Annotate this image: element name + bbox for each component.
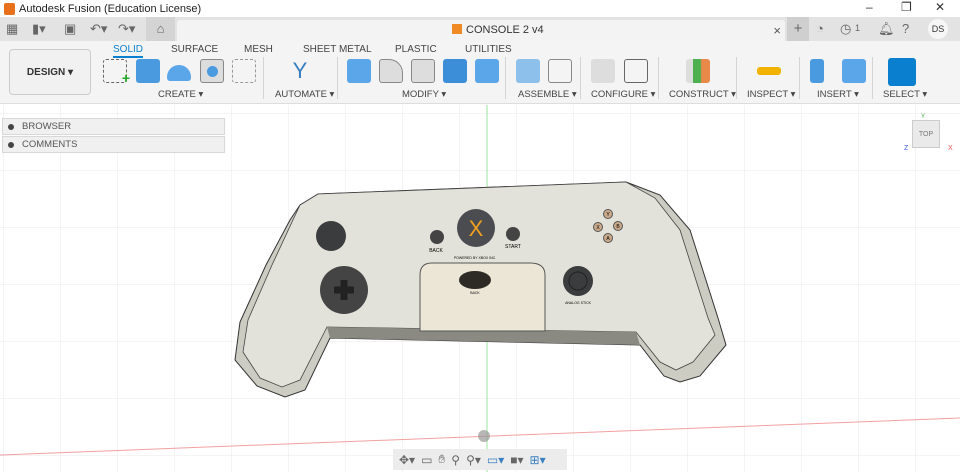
measure-icon[interactable] bbox=[757, 67, 781, 75]
insert-image-icon[interactable] bbox=[842, 59, 866, 83]
component-icon bbox=[452, 24, 462, 34]
close-tab-button[interactable]: × bbox=[773, 23, 781, 38]
group-modify[interactable]: MODIFY ▾ bbox=[402, 89, 446, 100]
group-insert[interactable]: INSERT ▾ bbox=[817, 89, 859, 100]
viewcube-face-top[interactable]: TOP bbox=[919, 131, 933, 138]
display-settings-icon[interactable]: ▭▾ bbox=[487, 453, 504, 467]
stick-label: ANALOG STICK bbox=[565, 301, 592, 305]
joint-icon[interactable] bbox=[548, 59, 572, 83]
tab-surface[interactable]: SURFACE bbox=[171, 44, 218, 55]
group-configure[interactable]: CONFIGURE ▾ bbox=[591, 89, 655, 100]
tab-plastic[interactable]: PLASTIC bbox=[395, 44, 437, 55]
comments-label: COMMENTS bbox=[22, 139, 78, 150]
ribbon: DESIGN ▾ SOLID SURFACE MESH SHEET METAL … bbox=[0, 41, 960, 104]
axis-z-label: Z bbox=[904, 145, 909, 152]
zoom-icon[interactable]: ⚲ bbox=[451, 453, 460, 467]
axis-x-label: X bbox=[948, 145, 953, 152]
visual-style-icon[interactable]: ■▾ bbox=[510, 453, 523, 467]
orbit-icon[interactable]: ✥▾ bbox=[399, 453, 415, 467]
navigation-bar: ✥▾ ▭ ✋︎ ⚲ ⚲▾ ▭▾ ■▾ ⊞▾ bbox=[393, 449, 567, 470]
tab-mesh[interactable]: MESH bbox=[244, 44, 273, 55]
pattern-icon[interactable] bbox=[232, 59, 256, 83]
viewport[interactable]: X BACK START POWERED BY XBOX INC. BACK A… bbox=[0, 105, 960, 472]
configuration-table-icon[interactable] bbox=[624, 59, 648, 83]
new-component-icon[interactable] bbox=[516, 59, 540, 83]
document-tab[interactable]: CONSOLE 2 v4 × bbox=[177, 20, 785, 41]
back2-label: BACK bbox=[470, 291, 480, 295]
select-icon[interactable] bbox=[888, 58, 916, 86]
comments-panel[interactable]: COMMENTS bbox=[2, 136, 225, 153]
close-button[interactable]: ✕ bbox=[935, 0, 945, 14]
new-tab-button[interactable]: + bbox=[787, 17, 809, 41]
model-canvas: X BACK START POWERED BY XBOX INC. BACK A… bbox=[0, 105, 960, 472]
look-at-icon[interactable]: ▭ bbox=[421, 453, 432, 467]
split-icon[interactable] bbox=[475, 59, 499, 83]
home-icon[interactable]: ⌂ bbox=[146, 17, 175, 41]
grid-icon[interactable]: ▦ bbox=[6, 21, 18, 37]
tab-utilities[interactable]: UTILITIES bbox=[465, 44, 512, 55]
extrude-icon[interactable] bbox=[136, 59, 160, 83]
revolve-icon[interactable] bbox=[167, 65, 191, 81]
pan-icon[interactable]: ✋︎ bbox=[438, 452, 445, 467]
start-label: START bbox=[505, 244, 521, 250]
back-label: BACK bbox=[429, 248, 443, 254]
viewports-icon[interactable]: ⊞▾ bbox=[530, 453, 546, 467]
user-avatar[interactable]: DS bbox=[928, 19, 948, 39]
viewcube[interactable]: TOP bbox=[912, 120, 940, 148]
combine-icon[interactable] bbox=[443, 59, 467, 83]
group-assemble[interactable]: ASSEMBLE ▾ bbox=[518, 89, 577, 100]
hole-icon[interactable] bbox=[200, 59, 224, 83]
tab-sheet-metal[interactable]: SHEET METAL bbox=[303, 44, 372, 55]
redo-icon[interactable]: ↷▾ bbox=[118, 21, 135, 37]
insert-mcmaster-icon[interactable] bbox=[810, 59, 824, 83]
group-create[interactable]: CREATE ▾ bbox=[158, 89, 203, 100]
restore-button[interactable]: ❐ bbox=[901, 0, 912, 14]
powered-label: POWERED BY XBOX INC. bbox=[454, 256, 496, 260]
document-name: CONSOLE 2 v4 bbox=[466, 24, 544, 36]
fillet-icon[interactable] bbox=[379, 59, 403, 83]
construct-plane-icon[interactable] bbox=[686, 59, 710, 83]
workspace-switcher[interactable]: DESIGN ▾ bbox=[9, 49, 91, 95]
create-sketch-icon[interactable]: + bbox=[103, 59, 130, 86]
group-inspect[interactable]: INSPECT ▾ bbox=[747, 89, 795, 100]
job-status-icon[interactable]: ◷ bbox=[840, 21, 851, 37]
notifications-icon[interactable]: 🔔︎ bbox=[878, 21, 895, 37]
tab-solid[interactable]: SOLID bbox=[113, 44, 144, 58]
extensions-icon[interactable]: ◔ bbox=[816, 21, 824, 36]
guide-x-label: X bbox=[469, 216, 484, 241]
minimize-button[interactable]: – bbox=[866, 0, 873, 14]
job-count: 1 bbox=[855, 23, 861, 33]
window-title: Autodesk Fusion (Education License) bbox=[19, 2, 202, 15]
parameters-icon[interactable] bbox=[591, 59, 615, 83]
fusion-logo-icon bbox=[4, 2, 15, 15]
group-automate[interactable]: AUTOMATE ▾ bbox=[275, 89, 334, 100]
browser-panel[interactable]: BROWSER bbox=[2, 118, 225, 135]
expand-icon[interactable] bbox=[8, 141, 14, 148]
save-icon[interactable]: ▣ bbox=[64, 21, 76, 37]
title-bar: Autodesk Fusion (Education License) – ❐ … bbox=[0, 0, 960, 17]
undo-icon[interactable]: ↶▾ bbox=[90, 21, 107, 37]
press-pull-icon[interactable] bbox=[347, 59, 371, 83]
group-select[interactable]: SELECT ▾ bbox=[883, 89, 927, 100]
origin-icon bbox=[478, 430, 490, 442]
automate-icon[interactable]: Y bbox=[288, 59, 312, 83]
axis-y-label: Y bbox=[921, 114, 926, 120]
file-icon[interactable]: ▮▾ bbox=[32, 21, 46, 37]
expand-icon[interactable] bbox=[8, 123, 14, 130]
browser-label: BROWSER bbox=[22, 121, 72, 132]
zoom-window-icon[interactable]: ⚲▾ bbox=[466, 453, 481, 467]
shell-icon[interactable] bbox=[411, 59, 435, 83]
help-icon[interactable]: ? bbox=[902, 21, 909, 36]
group-construct[interactable]: CONSTRUCT ▾ bbox=[669, 89, 736, 100]
